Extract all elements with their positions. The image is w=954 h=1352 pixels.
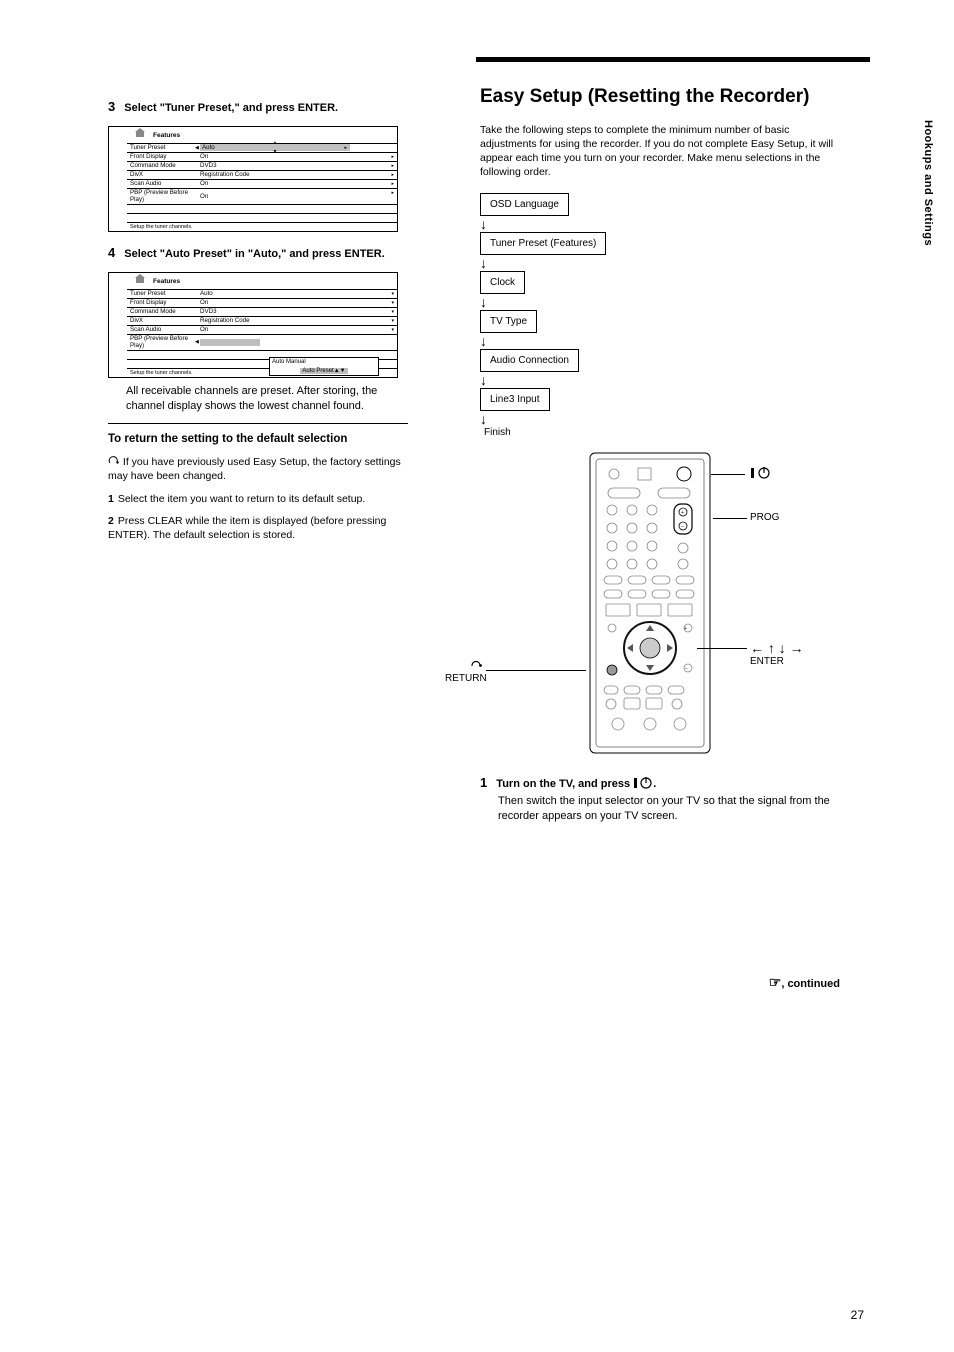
row-val: On▾ bbox=[197, 298, 397, 307]
right-step-1: 1 Turn on the TV, and press . Then switc… bbox=[480, 774, 840, 824]
row-val: Registration Code▾ bbox=[197, 316, 397, 325]
row-val: DVD3▸ bbox=[197, 161, 397, 170]
flow-box-1: OSD Language bbox=[480, 193, 569, 216]
right-heading: Easy Setup (Resetting the Recorder) bbox=[480, 85, 840, 109]
return-arrow-icon bbox=[470, 658, 484, 670]
return-text-label: RETURN bbox=[445, 673, 487, 684]
prog-label: PROG bbox=[750, 512, 779, 523]
row-label: Front Display bbox=[127, 298, 197, 307]
menu-box-2: Features Tuner PresetAuto▾ Front Display… bbox=[108, 272, 398, 378]
power-label bbox=[750, 466, 772, 483]
right-column: Easy Setup (Resetting the Recorder) Take… bbox=[480, 85, 840, 991]
row-label: Command Mode bbox=[127, 307, 197, 316]
page-number: 27 bbox=[851, 1308, 864, 1322]
row-label: Front Display bbox=[127, 152, 197, 161]
flow-box-2: Tuner Preset (Features) bbox=[480, 232, 606, 255]
popup-line1: Auto Manual bbox=[272, 359, 376, 365]
row-label: PBP (Preview Before Play) bbox=[127, 334, 197, 350]
svg-text:−: − bbox=[681, 524, 684, 530]
step-4-after: All receivable channels are preset. Afte… bbox=[108, 384, 408, 414]
svg-text:−: − bbox=[685, 666, 688, 672]
row-val: Auto▲▼◀▸ bbox=[197, 143, 397, 152]
remote-diagram: + − + − bbox=[480, 448, 840, 768]
step-4-num: 4 bbox=[108, 245, 115, 260]
step-3-text: Select "Tuner Preset," and press ENTER. bbox=[124, 102, 338, 114]
menu-footer: Setup the tuner channels. bbox=[127, 222, 397, 231]
menu-title-2: Features bbox=[153, 278, 180, 285]
flow-box-4: TV Type bbox=[480, 310, 537, 333]
flow-arrow-icon: ↓ bbox=[480, 372, 840, 388]
row-val: Registration Code▸ bbox=[197, 170, 397, 179]
row-val: On▸ bbox=[197, 188, 397, 204]
row-val: On▾ bbox=[197, 325, 397, 334]
section-rule bbox=[108, 423, 408, 424]
house-icon bbox=[133, 277, 147, 287]
sub-step-1: 1Select the item you want to return to i… bbox=[108, 492, 408, 506]
flow-chart: OSD Language ↓ Tuner Preset (Features) ↓… bbox=[480, 193, 840, 438]
row-label: Tuner Preset bbox=[127, 289, 197, 298]
row-label: Command Mode bbox=[127, 161, 197, 170]
row-label: DivX bbox=[127, 170, 197, 179]
side-tab: Hookups and Settings bbox=[922, 120, 934, 246]
row-label: PBP (Preview Before Play) bbox=[127, 188, 197, 204]
flow-arrow-icon: ↓ bbox=[480, 255, 840, 271]
top-rule bbox=[476, 57, 870, 62]
sub-step-2: 2Press CLEAR while the item is displayed… bbox=[108, 514, 408, 542]
step-3-num: 3 bbox=[108, 99, 115, 114]
flow-finish: Finish bbox=[484, 427, 840, 438]
remote-control-icon: + − + − bbox=[580, 448, 730, 768]
arrows-label: ← ↑ ↓ → bbox=[750, 640, 804, 656]
return-label bbox=[470, 658, 484, 673]
menu-box-1: Features Tuner PresetAuto▲▼◀▸ Front Disp… bbox=[108, 126, 398, 232]
return-heading: To return the setting to the default sel… bbox=[108, 432, 408, 447]
step-4-text: Select "Auto Preset" in "Auto," and pres… bbox=[124, 248, 384, 260]
svg-text:+: + bbox=[681, 510, 684, 516]
row-val: On▸ bbox=[197, 179, 397, 188]
flow-arrow-icon: ↓ bbox=[480, 216, 840, 232]
arrow-return-icon bbox=[108, 456, 120, 466]
step-3: 3 Select "Tuner Preset," and press ENTER… bbox=[108, 98, 408, 116]
row-label: DivX bbox=[127, 316, 197, 325]
row-val: Auto▾ bbox=[197, 289, 397, 298]
flow-box-6: Line3 Input bbox=[480, 388, 550, 411]
row-label: Scan Audio bbox=[127, 325, 197, 334]
row-label: Tuner Preset bbox=[127, 143, 197, 152]
row-label: Scan Audio bbox=[127, 179, 197, 188]
right-step-1-sub: Then switch the input selector on your T… bbox=[480, 794, 840, 824]
step-4: 4 Select "Auto Preset" in "Auto," and pr… bbox=[108, 244, 408, 262]
row-val: On▸ bbox=[197, 152, 397, 161]
note-intro: If you have previously used Easy Setup, … bbox=[108, 455, 408, 483]
flow-arrow-icon: ↓ bbox=[480, 411, 840, 427]
row-val: DVD3▾ bbox=[197, 307, 397, 316]
svg-text:+: + bbox=[684, 626, 687, 632]
flow-box-3: Clock bbox=[480, 271, 525, 294]
flow-arrow-icon: ↓ bbox=[480, 333, 840, 349]
row-val: ◀ bbox=[197, 334, 397, 350]
right-intro: Take the following steps to complete the… bbox=[480, 123, 840, 180]
popup-highlight: Auto Preset▲▼ bbox=[300, 368, 347, 374]
menu-title-1: Features bbox=[153, 132, 180, 139]
flow-box-5: Audio Connection bbox=[480, 349, 579, 372]
flow-arrow-icon: ↓ bbox=[480, 294, 840, 310]
left-column: 3 Select "Tuner Preset," and press ENTER… bbox=[108, 95, 408, 550]
enter-label: ENTER bbox=[750, 656, 784, 667]
continued: ☞, continued bbox=[480, 974, 840, 991]
power-inline-icon bbox=[633, 777, 653, 789]
house-icon bbox=[133, 131, 147, 141]
